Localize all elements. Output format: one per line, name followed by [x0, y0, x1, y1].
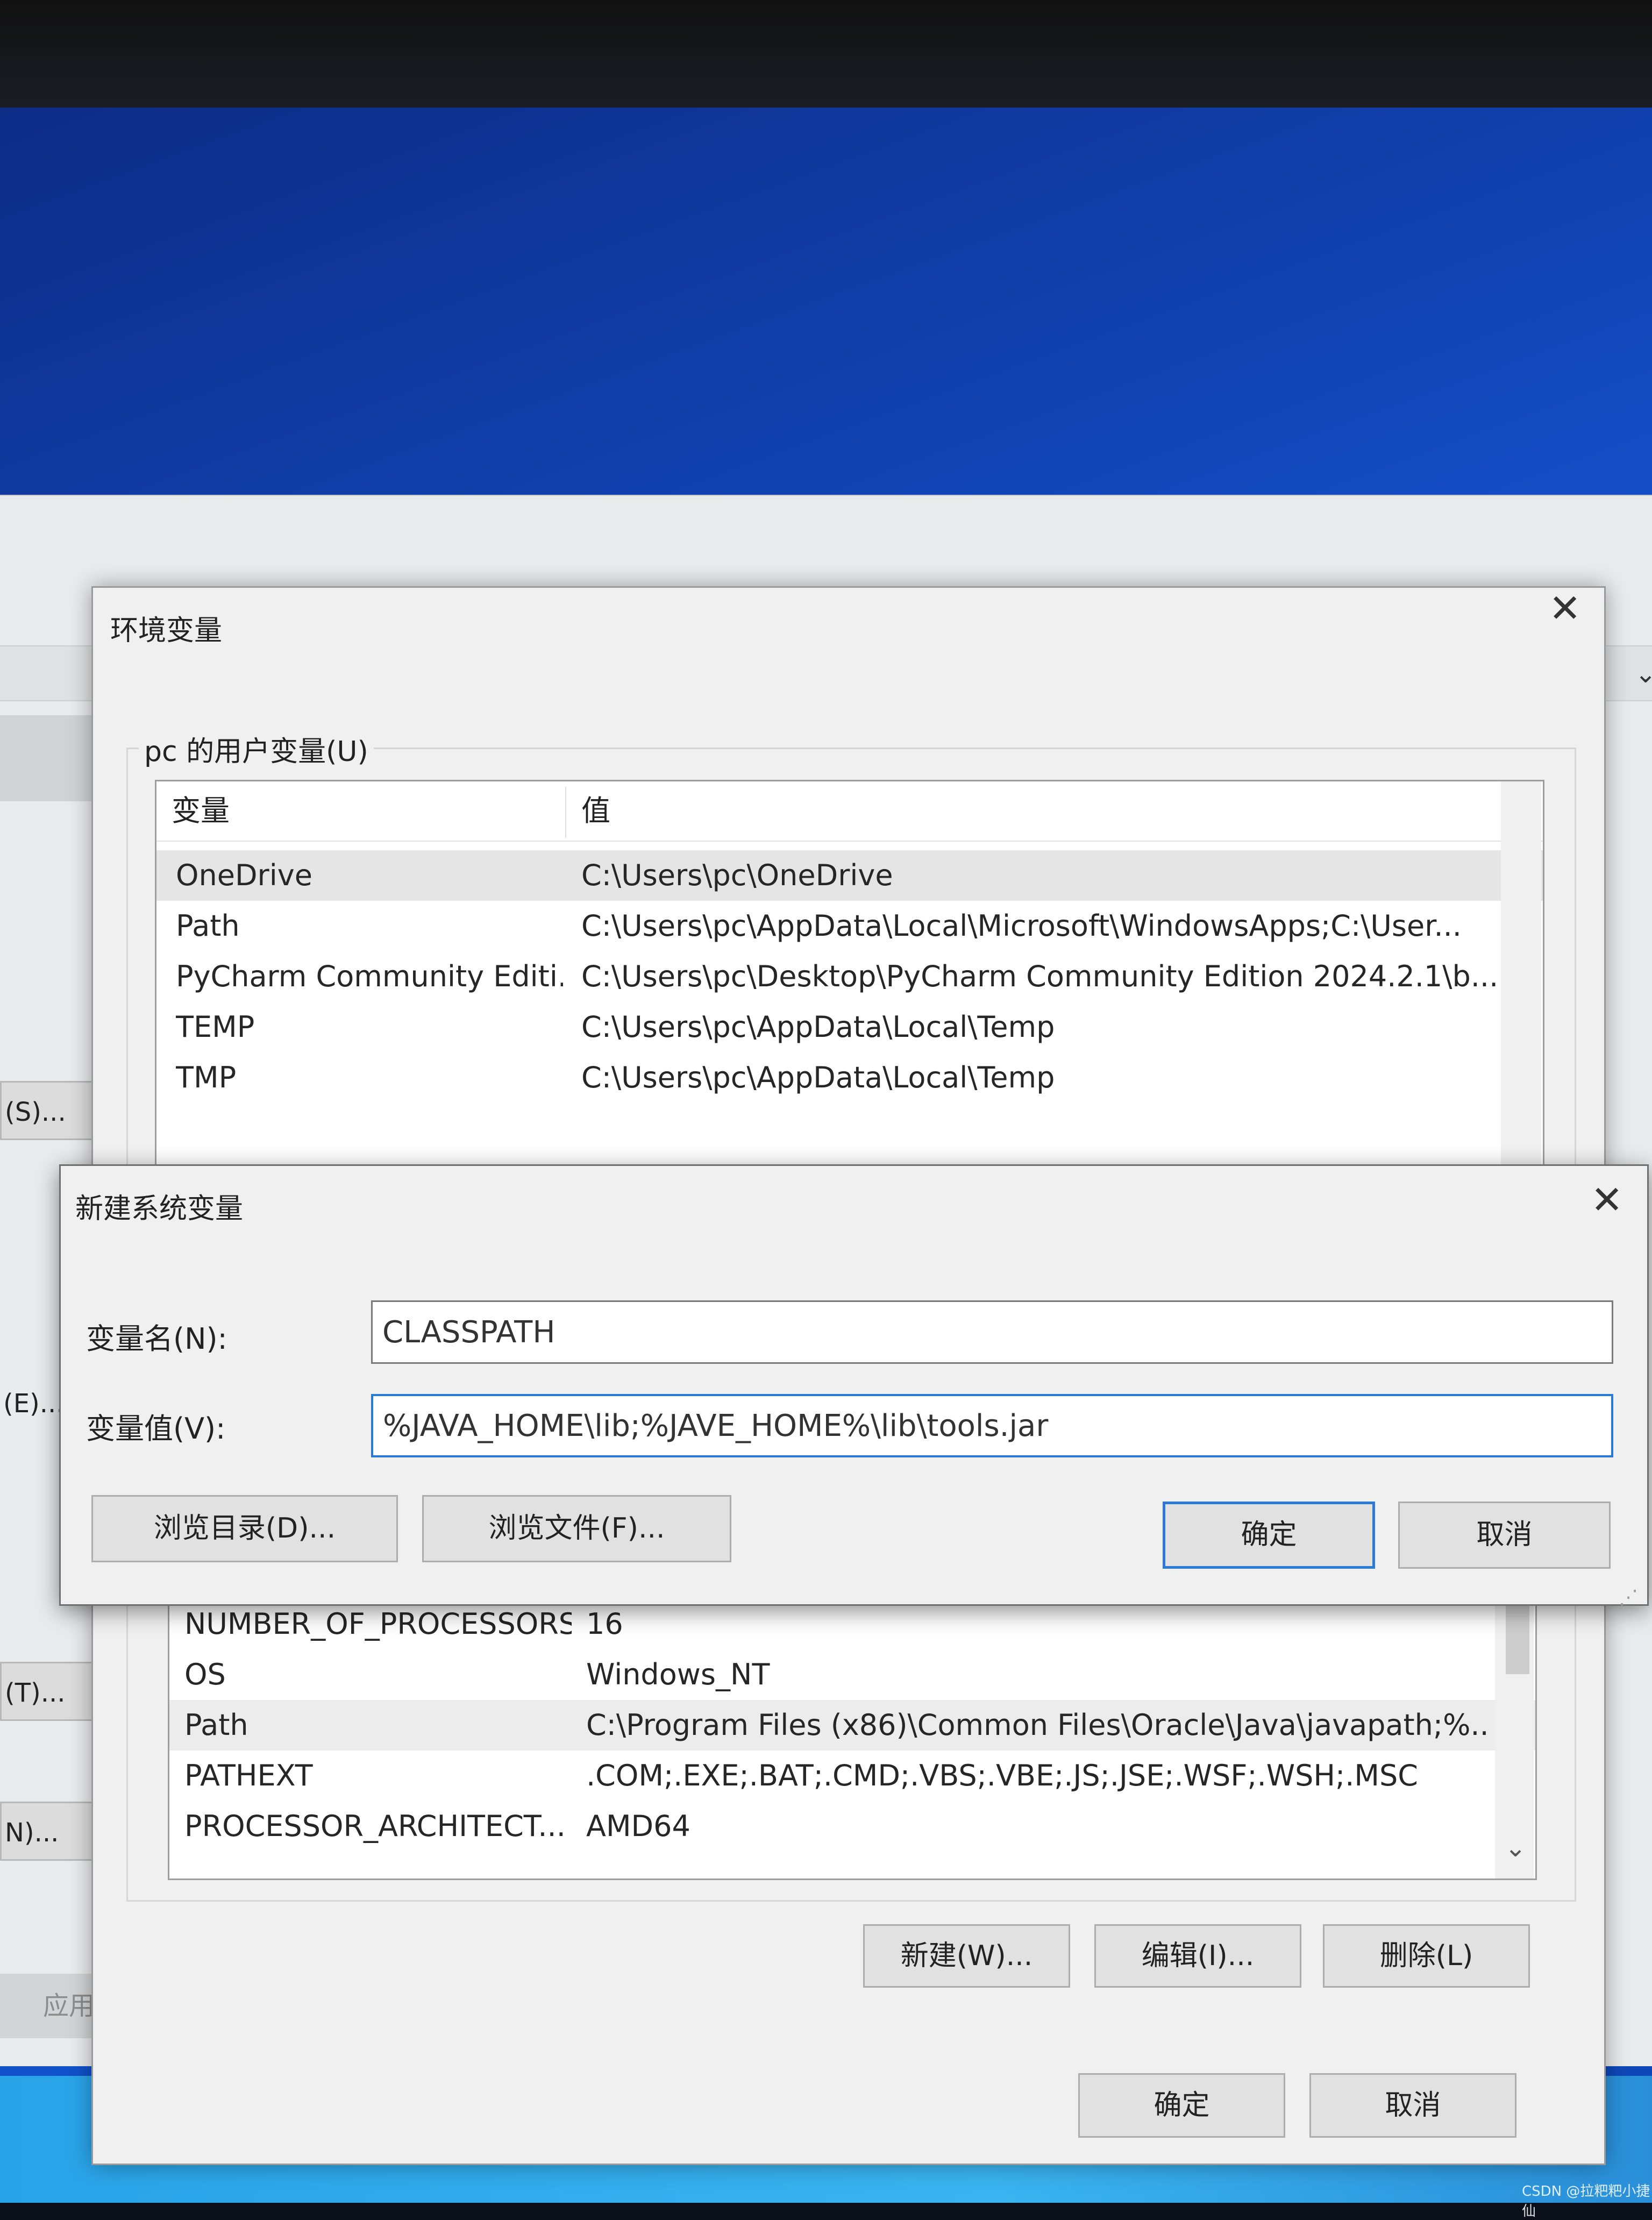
- variable-name-label: 变量名(N):: [86, 1322, 227, 1356]
- variable-value-field[interactable]: [371, 1394, 1613, 1457]
- variable-name-cell: Path: [184, 1708, 248, 1742]
- profile-settings-button[interactable]: (E)...: [0, 1374, 65, 1433]
- ok-button[interactable]: 确定: [1078, 2073, 1285, 2138]
- delete-variable-button[interactable]: 删除(L): [1323, 1924, 1530, 1988]
- table-row[interactable]: PyCharm Community Editi... C:\Users\pc\D…: [156, 951, 1543, 1002]
- list-header: 变量 值: [156, 781, 1543, 842]
- performance-settings-button[interactable]: (S)...: [0, 1081, 94, 1140]
- variable-name-cell: TMP: [176, 1061, 237, 1094]
- table-row[interactable]: TMP C:\Users\pc\AppData\Local\Temp: [156, 1052, 1543, 1103]
- variable-value-label: 变量值(V):: [86, 1412, 226, 1446]
- variable-name-cell: OneDrive: [176, 858, 312, 892]
- system-variables-list[interactable]: NUMBER_OF_PROCESSORS 16 OS Windows_NT Pa…: [168, 1592, 1537, 1880]
- variable-value-cell: Windows_NT: [586, 1657, 770, 1691]
- table-row[interactable]: Path C:\Program Files (x86)\Common Files…: [169, 1700, 1535, 1751]
- user-variables-label: pc 的用户变量(U): [139, 729, 374, 769]
- variable-value-cell: C:\Users\pc\AppData\Local\Temp: [581, 1010, 1055, 1044]
- variable-value-cell: .COM;.EXE;.BAT;.CMD;.VBS;.VBE;.JS;.JSE;.…: [586, 1759, 1418, 1792]
- variable-value-cell: C:\Users\pc\AppData\Local\Temp: [581, 1061, 1055, 1094]
- column-header-value[interactable]: 值: [566, 781, 1373, 841]
- cancel-button[interactable]: 取消: [1309, 2073, 1516, 2138]
- system-properties-panel-edge: [0, 715, 97, 801]
- table-row[interactable]: NUMBER_OF_PROCESSORS 16: [169, 1599, 1535, 1649]
- variable-name-cell: PROCESSOR_ARCHITECT...: [184, 1809, 566, 1843]
- table-row[interactable]: OS Windows_NT: [169, 1649, 1535, 1700]
- browse-directory-button[interactable]: 浏览目录(D)...: [91, 1495, 398, 1562]
- table-row[interactable]: OneDrive C:\Users\pc\OneDrive: [156, 850, 1543, 901]
- dialog-title: 新建系统变量: [75, 1193, 244, 1225]
- column-header-variable[interactable]: 变量: [156, 781, 565, 841]
- variable-name-cell: Path: [176, 909, 240, 943]
- browse-file-button[interactable]: 浏览文件(F)...: [422, 1495, 731, 1562]
- variable-value-cell: 16: [586, 1607, 623, 1641]
- table-row[interactable]: TEMP C:\Users\pc\AppData\Local\Temp: [156, 1002, 1543, 1052]
- variable-name-cell: TEMP: [176, 1010, 255, 1044]
- close-icon[interactable]: ✕: [1549, 589, 1581, 628]
- table-row[interactable]: Path C:\Users\pc\AppData\Local\Microsoft…: [156, 901, 1543, 951]
- variable-value-cell: C:\Users\pc\OneDrive: [581, 858, 893, 892]
- chevron-down-icon[interactable]: ⌄: [1635, 659, 1652, 689]
- cancel-button[interactable]: 取消: [1398, 1502, 1611, 1569]
- dialog-title: 环境变量: [110, 615, 223, 647]
- table-row[interactable]: PATHEXT .COM;.EXE;.BAT;.CMD;.VBS;.VBE;.J…: [169, 1751, 1535, 1801]
- variable-name-cell: PyCharm Community Editi...: [176, 959, 563, 993]
- startup-settings-button[interactable]: (T)...: [0, 1662, 102, 1721]
- variable-value-cell: AMD64: [586, 1809, 690, 1843]
- watermark: CSDN @拉粑粑小捷仙: [1522, 2183, 1650, 2219]
- user-variables-list[interactable]: 变量 值 OneDrive C:\Users\pc\OneDrive Path …: [155, 780, 1544, 1170]
- variable-name-cell: PATHEXT: [184, 1759, 313, 1792]
- ok-button[interactable]: 确定: [1163, 1502, 1375, 1569]
- variable-value-cell: C:\Program Files (x86)\Common Files\Orac…: [586, 1708, 1490, 1742]
- variable-name-field[interactable]: [371, 1300, 1613, 1364]
- variable-value-cell: C:\Users\pc\AppData\Local\Microsoft\Wind…: [581, 909, 1462, 943]
- resize-grip-icon[interactable]: ⋰: [1619, 1586, 1638, 1609]
- variable-value-cell: C:\Users\pc\Desktop\PyCharm Community Ed…: [581, 959, 1499, 993]
- chevron-down-icon[interactable]: ⌄: [1505, 1833, 1526, 1863]
- variable-name-cell: OS: [184, 1657, 226, 1691]
- variable-name-cell: NUMBER_OF_PROCESSORS: [184, 1607, 572, 1641]
- user-list-scrollbar[interactable]: [1501, 781, 1541, 1169]
- new-variable-button[interactable]: 新建(W)...: [863, 1924, 1070, 1988]
- table-row[interactable]: PROCESSOR_ARCHITECT... AMD64: [169, 1801, 1535, 1852]
- system-list-scrollbar[interactable]: ⌄: [1495, 1593, 1534, 1879]
- close-icon[interactable]: ✕: [1591, 1180, 1623, 1219]
- edit-variable-button[interactable]: 编辑(I)...: [1094, 1924, 1301, 1988]
